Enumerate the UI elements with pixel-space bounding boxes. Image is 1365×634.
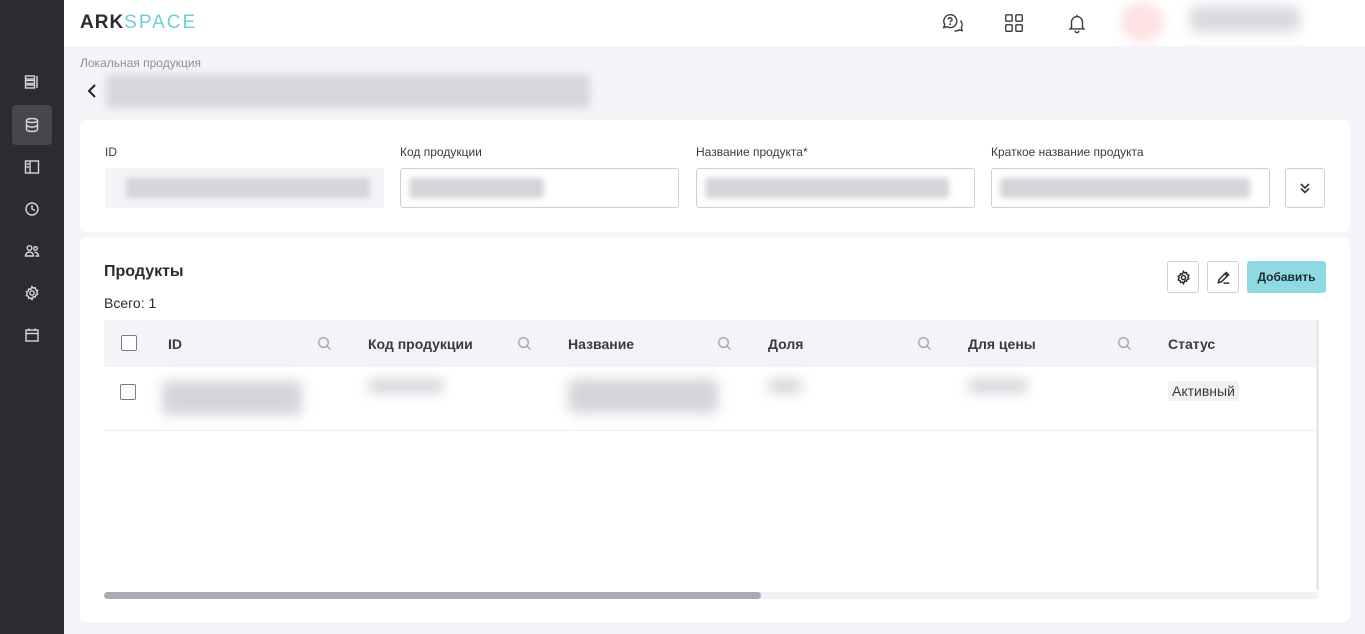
user-menu[interactable] (1190, 6, 1300, 32)
product-name-value (705, 178, 949, 198)
sidebar-panel-icon (24, 160, 40, 174)
status-badge: Активный (1168, 381, 1239, 401)
cell-id (162, 381, 302, 415)
calendar-icon (25, 328, 39, 342)
column-header-status[interactable]: Статус (1168, 320, 1215, 367)
field-label-product-code: Код продукции (400, 145, 482, 159)
product-name-field[interactable] (696, 168, 975, 208)
short-name-value (1000, 178, 1250, 198)
section-title: Продукты (104, 263, 184, 280)
chevron-left-icon (87, 84, 96, 98)
apps-grid-icon (1005, 14, 1023, 32)
add-button[interactable]: Добавить (1247, 261, 1326, 293)
column-search-id[interactable] (317, 336, 332, 351)
sidebar-item-panel[interactable] (12, 147, 52, 187)
column-header-id[interactable]: ID (168, 320, 182, 367)
pencil-icon (1216, 270, 1230, 284)
sidebar-item-settings[interactable] (12, 273, 52, 313)
chevrons-down-icon (1300, 183, 1310, 194)
help-chat-button[interactable] (940, 11, 964, 35)
cell-product-code (368, 379, 444, 393)
back-button[interactable] (82, 80, 102, 102)
product-code-value (409, 178, 544, 198)
column-search-for-price[interactable] (1117, 336, 1132, 351)
field-label-id: ID (105, 145, 117, 159)
products-table: ID Код продукции Название Доля Для цены … (104, 320, 1319, 590)
sidebar (0, 0, 64, 634)
field-label-product-name: Название продукта* (696, 145, 808, 159)
column-search-status[interactable] (1316, 336, 1319, 351)
column-search-name[interactable] (717, 336, 732, 351)
table-row[interactable]: Активный (104, 367, 1316, 431)
column-header-for-price[interactable]: Для цены (968, 320, 1036, 367)
expand-form-button[interactable] (1285, 168, 1325, 208)
search-icon (917, 336, 931, 350)
notifications-button[interactable] (1065, 11, 1089, 35)
help-chat-icon (942, 14, 963, 32)
table-header: ID Код продукции Название Доля Для цены … (104, 320, 1319, 367)
column-search-product-code[interactable] (517, 336, 532, 351)
table-settings-button[interactable] (1167, 261, 1199, 293)
sidebar-item-calendar[interactable] (12, 315, 52, 355)
sidebar-item-users[interactable] (12, 231, 52, 271)
search-icon (717, 336, 731, 350)
column-search-share[interactable] (917, 336, 932, 351)
clock-icon (25, 202, 39, 216)
sidebar-item-history[interactable] (12, 189, 52, 229)
row-checkbox[interactable] (120, 384, 136, 400)
avatar[interactable] (1120, 2, 1164, 42)
column-header-share[interactable]: Доля (768, 320, 803, 367)
id-field (105, 168, 384, 208)
total-count: Всего: 1 (104, 295, 157, 311)
field-label-short-name: Краткое название продукта (991, 145, 1144, 159)
select-all-checkbox[interactable] (121, 335, 137, 351)
app-logo[interactable]: ARKSPACE (80, 12, 197, 34)
cell-share (768, 379, 802, 393)
sidebar-item-list[interactable] (12, 62, 52, 102)
apps-grid-button[interactable] (1002, 11, 1026, 35)
top-header: ARKSPACE (64, 0, 1365, 46)
gear-icon (1176, 269, 1190, 285)
short-name-field[interactable] (991, 168, 1270, 208)
column-header-product-code[interactable]: Код продукции (368, 320, 473, 367)
logo-text-space: SPACE (124, 12, 198, 33)
search-icon (517, 336, 531, 350)
search-icon (1117, 336, 1131, 350)
scrollbar-thumb[interactable] (104, 592, 761, 599)
list-icon (24, 75, 38, 89)
search-icon (317, 336, 331, 350)
users-icon (24, 245, 40, 257)
page-title (106, 74, 590, 108)
products-section: Продукты Всего: 1 Добавить ID Код продук… (80, 237, 1350, 622)
id-value (126, 178, 370, 198)
bell-icon (1068, 14, 1086, 34)
column-header-name[interactable]: Название (568, 320, 634, 367)
product-form: ID Код продукции Название продукта* Крат… (80, 120, 1350, 232)
logo-text-ark: ARK (80, 12, 125, 33)
database-icon (25, 117, 39, 133)
gear-icon (25, 285, 39, 301)
search-icon (1316, 336, 1319, 351)
cell-for-price (968, 379, 1028, 393)
horizontal-scrollbar[interactable] (104, 592, 1319, 599)
cell-name (568, 379, 718, 413)
sidebar-item-database[interactable] (12, 105, 52, 145)
breadcrumb[interactable]: Локальная продукция (80, 56, 201, 70)
edit-button[interactable] (1207, 261, 1239, 293)
product-code-field[interactable] (400, 168, 679, 208)
